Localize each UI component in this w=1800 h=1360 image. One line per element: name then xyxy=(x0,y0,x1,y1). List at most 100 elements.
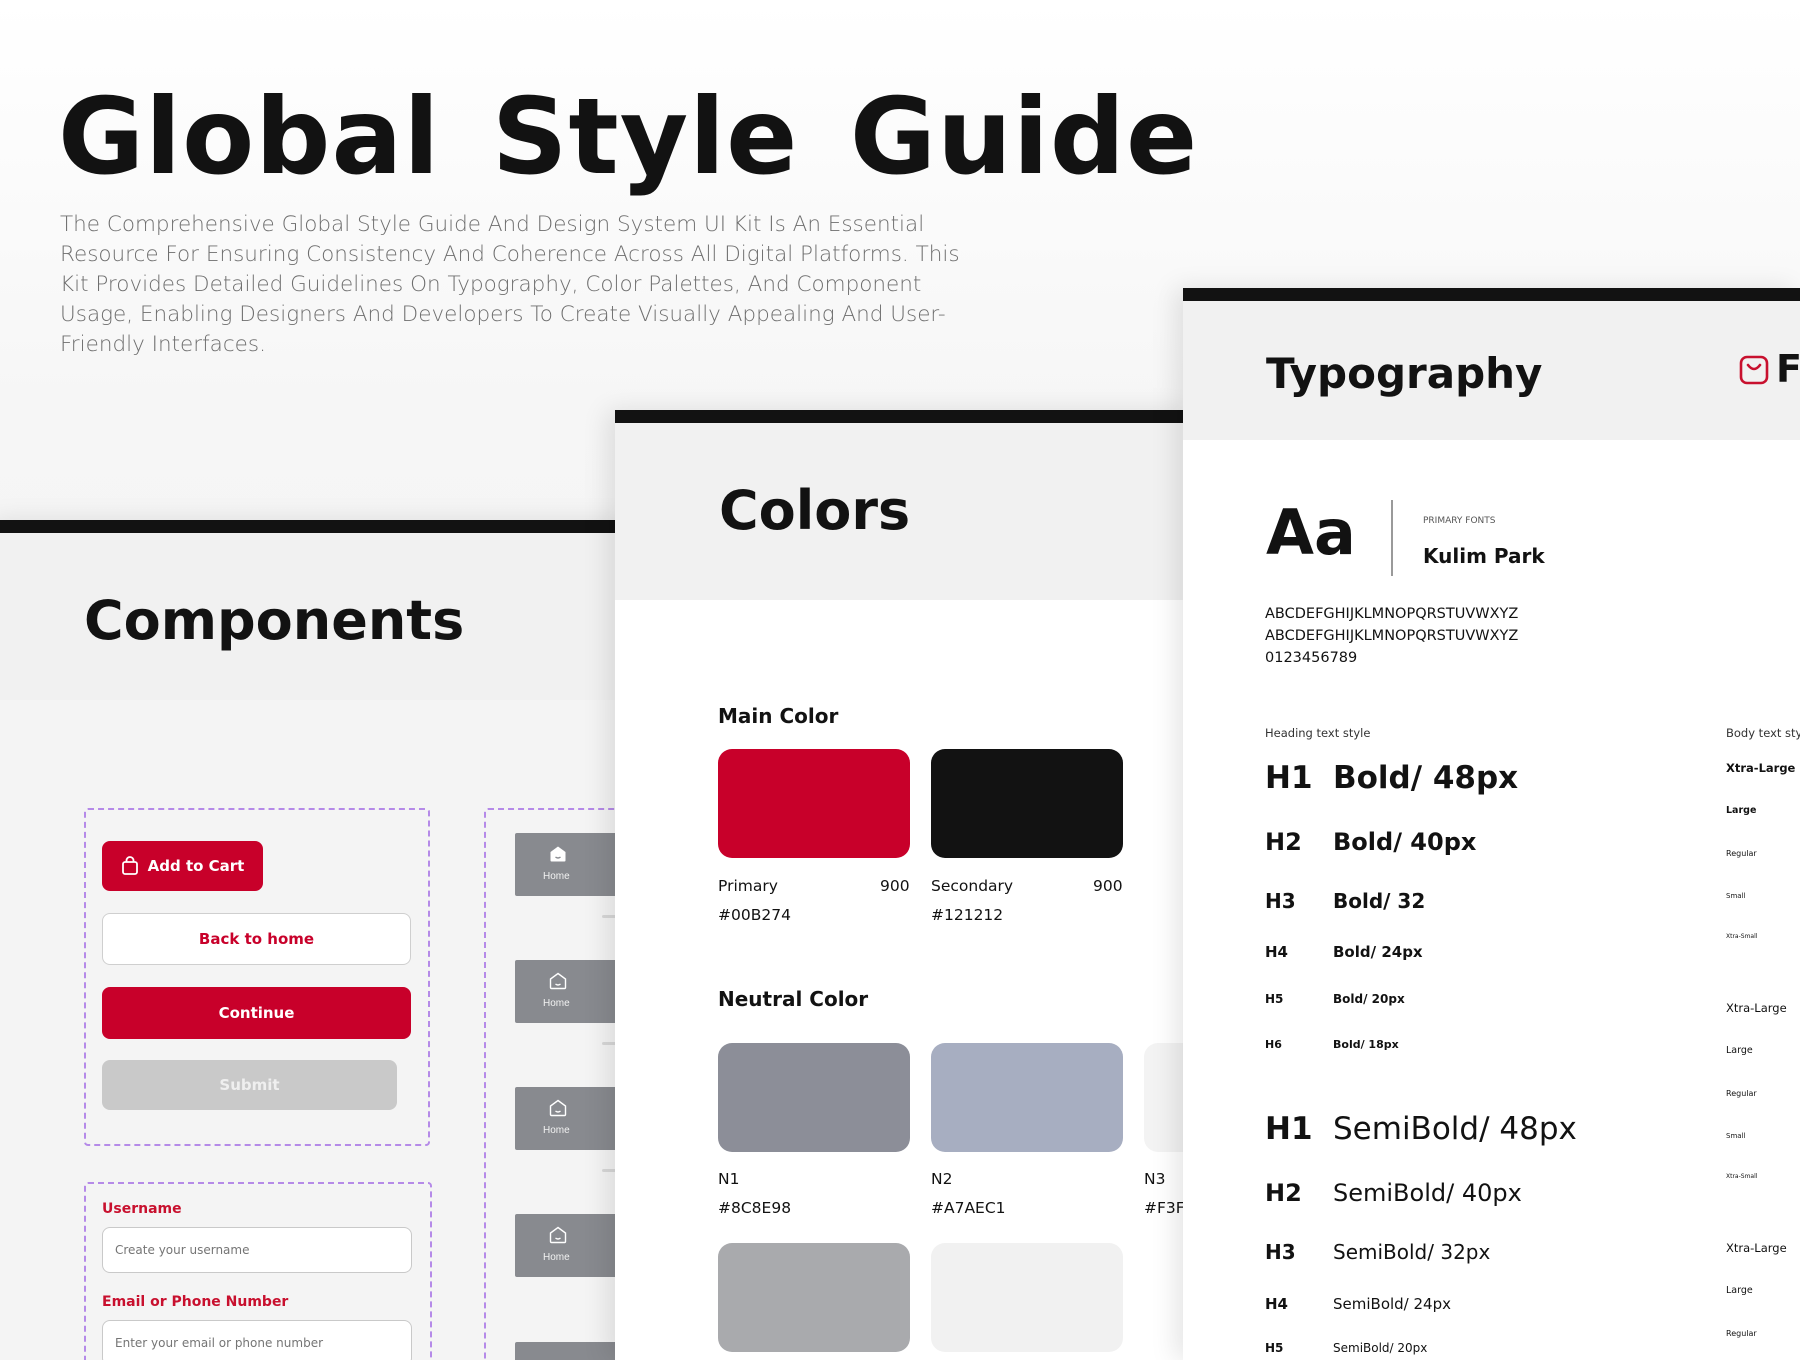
nav-divider xyxy=(602,1042,616,1045)
add-to-cart-label: Add to Cart xyxy=(147,857,245,875)
back-to-home-button[interactable]: Back to home xyxy=(102,913,411,965)
body-size-label: Regular xyxy=(1726,1329,1757,1338)
n3-name: N3 xyxy=(1144,1170,1166,1188)
components-title: Components xyxy=(84,589,465,652)
nav-divider xyxy=(602,915,616,918)
h5-tag: H5 xyxy=(1265,992,1284,1006)
secondary-swatch xyxy=(931,749,1123,858)
panel-top-bar xyxy=(1183,288,1800,301)
panel-top-bar xyxy=(0,520,640,533)
alphabet-uppercase-alt: ABCDEFGHIJKLMNOPQRSTUVWXYZ xyxy=(1265,628,1519,644)
body-size-label: Xtra-Large xyxy=(1726,761,1796,775)
secondary-hex: #121212 xyxy=(931,906,1004,924)
n1-swatch xyxy=(718,1043,910,1152)
n4-swatch xyxy=(718,1243,910,1352)
body-size-label: Xtra-Small xyxy=(1726,933,1758,940)
home-outline-icon xyxy=(549,1099,567,1117)
home-filled-icon xyxy=(550,846,566,862)
n5-swatch xyxy=(931,1243,1123,1352)
body-style-label: Body text sty xyxy=(1726,726,1800,740)
h4-semibold-spec: SemiBold/ 24px xyxy=(1333,1295,1451,1313)
nav-tile-label: Home xyxy=(543,998,570,1009)
h1-semibold-spec: SemiBold/ 48px xyxy=(1333,1111,1577,1147)
font-name: Kulim Park xyxy=(1423,544,1545,568)
body-size-label: Regular xyxy=(1726,1089,1757,1098)
shopping-bag-icon xyxy=(121,856,138,875)
h5-bold-spec: Bold/ 20px xyxy=(1333,992,1405,1006)
body-size-label: Xtra-Large xyxy=(1726,1001,1787,1015)
body-size-label: Xtra-Small xyxy=(1726,1173,1758,1180)
alphabet-uppercase: ABCDEFGHIJKLMNOPQRSTUVWXYZ xyxy=(1265,606,1519,622)
panel-header: Colors xyxy=(615,423,1195,600)
secondary-name: Secondary xyxy=(931,877,1014,895)
panel-top-bar xyxy=(615,410,1195,423)
body-size-label: Regular xyxy=(1726,849,1757,858)
shopping-bag-icon xyxy=(1739,355,1769,385)
primary-weight: 900 xyxy=(880,877,910,895)
h1-tag: H1 xyxy=(1265,760,1313,796)
h1-bold-spec: Bold/ 48px xyxy=(1333,760,1519,796)
h2-bold-spec: Bold/ 40px xyxy=(1333,828,1477,856)
n2-swatch xyxy=(931,1043,1123,1152)
divider xyxy=(1391,500,1393,576)
primary-swatch xyxy=(718,749,910,858)
add-to-cart-button[interactable]: Add to Cart xyxy=(102,841,263,891)
username-input[interactable] xyxy=(102,1227,412,1273)
nav-tile-label: Home xyxy=(543,1252,570,1263)
submit-button[interactable]: Submit xyxy=(102,1060,397,1110)
main-color-title: Main Color xyxy=(718,704,839,728)
continue-button[interactable]: Continue xyxy=(102,987,411,1039)
primary-hex: #00B274 xyxy=(718,906,791,924)
nav-divider xyxy=(602,1169,616,1172)
secondary-weight: 900 xyxy=(1093,877,1123,895)
h2-tag: H2 xyxy=(1265,828,1302,856)
body-size-label: Large xyxy=(1726,1045,1753,1056)
h3-tag: H3 xyxy=(1265,1240,1296,1264)
home-outline-icon xyxy=(549,972,567,990)
h4-bold-spec: Bold/ 24px xyxy=(1333,943,1423,961)
page-description: The Comprehensive Global Style Guide And… xyxy=(60,212,960,357)
page-title: Global Style Guide xyxy=(58,76,1199,198)
neutral-color-title: Neutral Color xyxy=(718,987,869,1011)
h5-tag: H5 xyxy=(1265,1341,1284,1355)
colors-panel: Colors Main Color Primary 900 #00B274 Se… xyxy=(615,410,1195,1360)
email-label: Email or Phone Number xyxy=(102,1294,289,1310)
primary-fonts-label: PRIMARY FONTS xyxy=(1423,516,1496,526)
panel-header: Components xyxy=(0,533,640,700)
nav-tile-label: Home xyxy=(543,1125,570,1136)
home-outline-icon xyxy=(549,1226,567,1244)
next-section-title: Fa xyxy=(1776,347,1800,391)
h2-semibold-spec: SemiBold/ 40px xyxy=(1333,1179,1522,1207)
n1-name: N1 xyxy=(718,1170,740,1188)
h3-semibold-spec: SemiBold/ 32px xyxy=(1333,1240,1491,1264)
h3-bold-spec: Bold/ 32 xyxy=(1333,889,1426,913)
h4-tag: H4 xyxy=(1265,1295,1288,1313)
body-size-label: Xtra-Large xyxy=(1726,1241,1787,1255)
colors-title: Colors xyxy=(719,479,911,542)
font-sample: Aa xyxy=(1266,496,1356,569)
h5-semibold-spec: SemiBold/ 20px xyxy=(1333,1341,1428,1355)
n2-name: N2 xyxy=(931,1170,953,1188)
h6-tag: H6 xyxy=(1265,1038,1282,1051)
username-label: Username xyxy=(102,1201,182,1217)
h4-tag: H4 xyxy=(1265,943,1288,961)
body-size-label: Large xyxy=(1726,805,1757,816)
body-size-label: Small xyxy=(1726,1132,1746,1140)
body-size-label: Small xyxy=(1726,892,1746,900)
components-panel: Components Add to Cart Back to home Cont… xyxy=(0,520,640,1360)
n2-hex: #A7AEC1 xyxy=(931,1199,1006,1217)
body-size-label: Large xyxy=(1726,1285,1753,1296)
heading-style-label: Heading text style xyxy=(1265,726,1371,740)
h3-tag: H3 xyxy=(1265,889,1296,913)
typography-panel: Typography Fa Aa PRIMARY FONTS Kulim Par… xyxy=(1183,288,1800,1360)
typography-title: Typography xyxy=(1266,349,1543,398)
h2-tag: H2 xyxy=(1265,1179,1302,1207)
h6-bold-spec: Bold/ 18px xyxy=(1333,1038,1399,1051)
digits: 0123456789 xyxy=(1265,650,1358,666)
panel-header: Typography Fa xyxy=(1183,301,1800,440)
primary-name: Primary xyxy=(718,877,778,895)
nav-tile-label: Home xyxy=(543,871,570,882)
h1-tag: H1 xyxy=(1265,1111,1313,1147)
email-input[interactable] xyxy=(102,1320,412,1360)
n1-hex: #8C8E98 xyxy=(718,1199,792,1217)
